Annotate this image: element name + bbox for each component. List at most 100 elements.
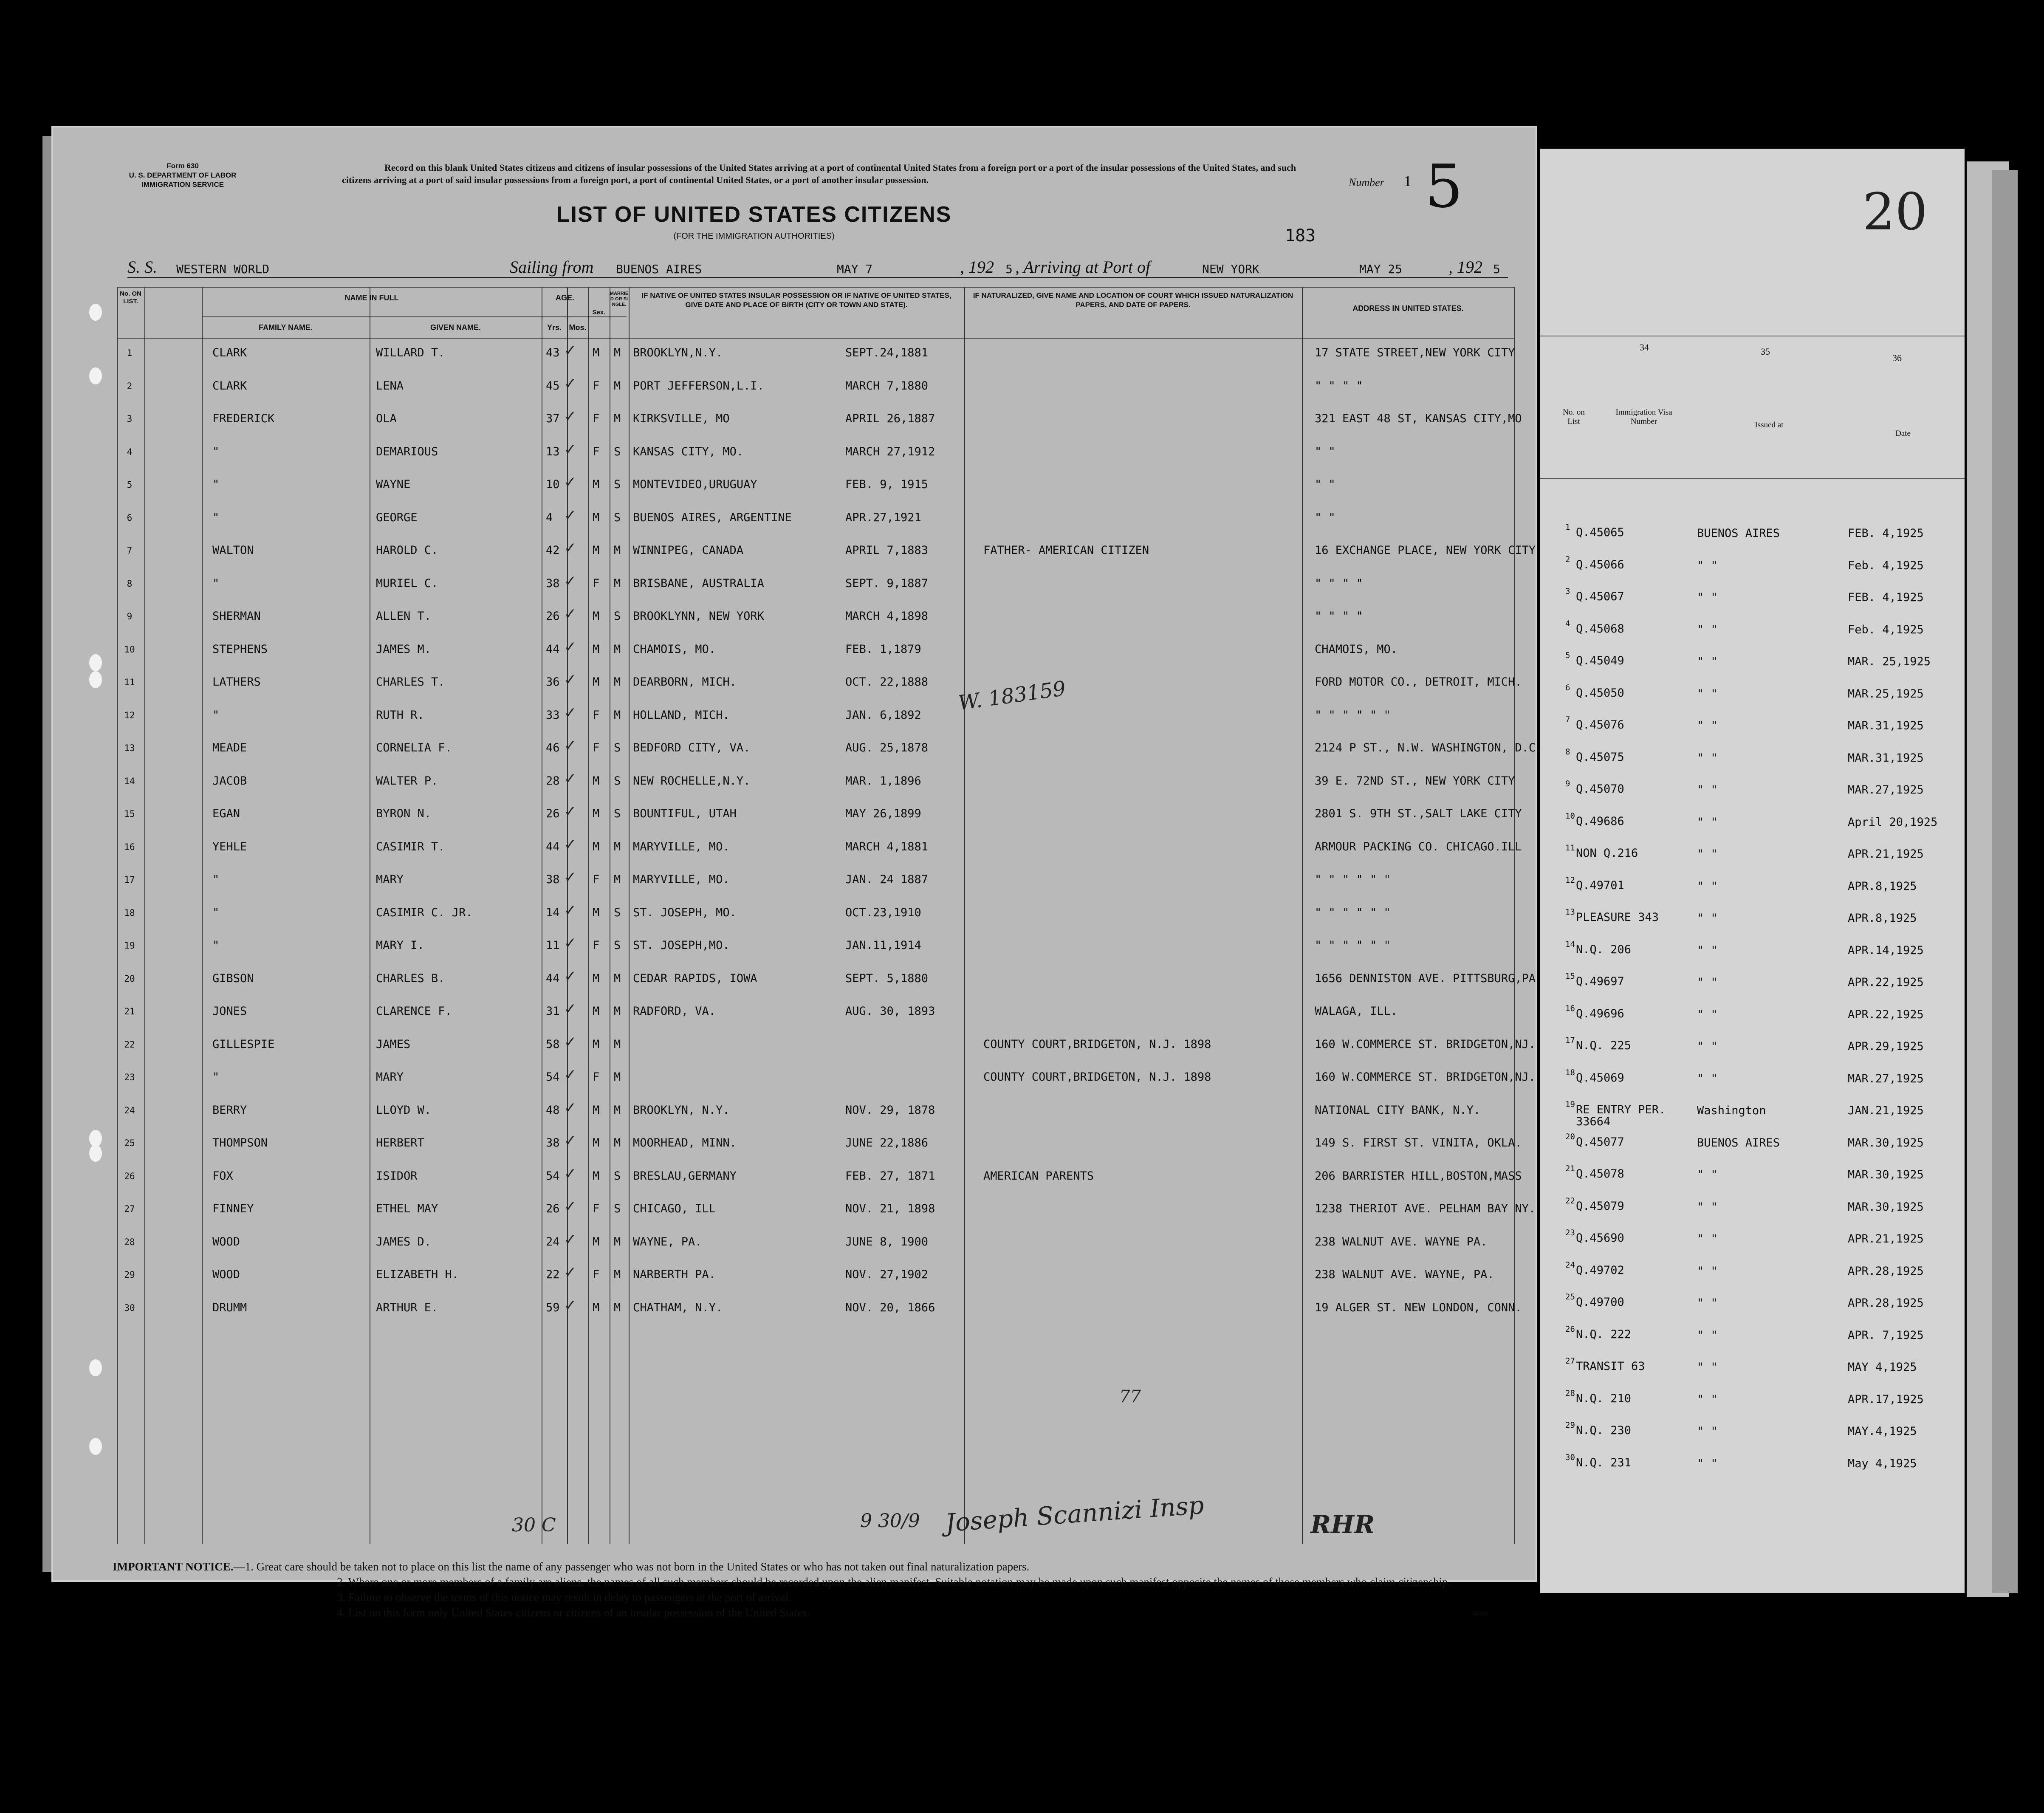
birth-place: NEW ROCHELLE,N.Y. bbox=[633, 774, 751, 788]
given-name: DEMARIOUS bbox=[376, 445, 438, 458]
visa-number: Q.49686 bbox=[1576, 814, 1624, 828]
check-mark-icon: ✓ bbox=[565, 636, 576, 656]
age-years: 28 bbox=[546, 774, 560, 788]
family-name: " bbox=[212, 708, 220, 722]
punch-hole bbox=[89, 367, 102, 384]
marital-status: S bbox=[614, 445, 621, 458]
punch-hole bbox=[89, 304, 102, 321]
visa-row-number: 26 bbox=[1565, 1324, 1575, 1334]
birth-date: JAN.11,1914 bbox=[845, 939, 921, 952]
row-number: 20 bbox=[124, 973, 135, 984]
birth-date: SEPT. 9,1887 bbox=[845, 576, 929, 590]
sex: F bbox=[593, 741, 600, 754]
issued-at: " " bbox=[1697, 1008, 1718, 1021]
age-years: 59 bbox=[546, 1301, 560, 1314]
given-name: WAYNE bbox=[376, 478, 411, 491]
birth-place: BUENOS AIRES, ARGENTINE bbox=[633, 511, 792, 524]
row-number: 23 bbox=[124, 1072, 135, 1082]
family-name: EGAN bbox=[212, 807, 240, 820]
us-address: " " " " bbox=[1315, 379, 1363, 393]
family-name: JACOB bbox=[212, 774, 247, 788]
sex: F bbox=[593, 412, 600, 425]
visa-row-number: 1 bbox=[1565, 522, 1570, 532]
row-number: 22 bbox=[124, 1039, 135, 1050]
check-mark-icon: ✓ bbox=[565, 1097, 576, 1117]
header-address: ADDRESS IN UNITED STATES. bbox=[1352, 304, 1464, 313]
row-number: 11 bbox=[124, 677, 135, 687]
punch-hole bbox=[89, 654, 102, 671]
sex: M bbox=[593, 1169, 600, 1183]
header-bottom-rule bbox=[117, 338, 1514, 339]
inspector-signature: Joseph Scannizi Insp bbox=[944, 1490, 1205, 1538]
birth-date: MARCH 4,1881 bbox=[845, 840, 929, 853]
notice-item-2: 2. Where one or more members of a family… bbox=[337, 1576, 1451, 1588]
check-mark-icon: ✓ bbox=[565, 505, 576, 525]
visa-number: Q.49697 bbox=[1576, 975, 1624, 988]
given-name: WALTER P. bbox=[376, 774, 438, 788]
check-mark-icon: ✓ bbox=[565, 340, 576, 360]
check-mark-icon: ✓ bbox=[565, 472, 576, 491]
given-name: CASIMIR T. bbox=[376, 840, 445, 853]
issued-at: Washington bbox=[1697, 1104, 1766, 1117]
to-port: NEW YORK bbox=[1202, 262, 1259, 276]
age-years: 37 bbox=[546, 412, 560, 425]
visa-date: APR.17,1925 bbox=[1848, 1392, 1924, 1406]
family-name: THOMPSON bbox=[212, 1136, 268, 1149]
given-name: LLOYD W. bbox=[376, 1103, 432, 1117]
given-name: CHARLES B. bbox=[376, 971, 445, 985]
check-mark-icon: ✓ bbox=[565, 1163, 576, 1183]
check-mark-icon: ✓ bbox=[565, 999, 576, 1018]
visa-header-no: No. on List bbox=[1563, 408, 1585, 426]
sex: M bbox=[593, 1103, 600, 1117]
department: U. S. DEPARTMENT OF LABOR bbox=[129, 171, 237, 179]
age-years: 11 bbox=[546, 939, 560, 952]
form-number: Form 630 bbox=[167, 162, 199, 170]
given-name: ETHEL MAY bbox=[376, 1202, 438, 1215]
marital-status: M bbox=[614, 412, 621, 425]
birth-place: RADFORD, VA. bbox=[633, 1005, 716, 1018]
col-number-36: 36 bbox=[1892, 353, 1902, 363]
us-address: 16 EXCHANGE PLACE, NEW YORK CITY bbox=[1315, 544, 1536, 557]
visa-date: APR.22,1925 bbox=[1848, 976, 1924, 989]
marital-status: S bbox=[614, 1202, 621, 1215]
age-years: 26 bbox=[546, 807, 560, 820]
visa-row-number: 21 bbox=[1565, 1164, 1575, 1173]
row-number: 10 bbox=[124, 644, 135, 655]
family-name: " bbox=[212, 445, 220, 458]
issued-at: " " bbox=[1697, 1264, 1718, 1278]
header-married: MARRIED OR SINGLE. bbox=[610, 291, 629, 307]
check-mark-icon: ✓ bbox=[565, 900, 576, 920]
header-naturalized: IF NATURALIZED, GIVE NAME AND LOCATION O… bbox=[973, 291, 1293, 309]
visa-date: MAR.27,1925 bbox=[1848, 1072, 1924, 1085]
issued-at: " " bbox=[1697, 783, 1718, 796]
service: IMMIGRATION SERVICE bbox=[141, 181, 224, 189]
visa-row-number: 22 bbox=[1565, 1196, 1575, 1206]
birth-place: ST. JOSEPH, MO. bbox=[633, 906, 737, 919]
visa-number: Q.45078 bbox=[1576, 1167, 1624, 1180]
notice-item-3: 3. Failure to observe the terms of this … bbox=[337, 1591, 791, 1604]
arriving-label: , Arriving at Port of bbox=[1015, 257, 1151, 277]
voyage-rule bbox=[127, 277, 1508, 278]
check-mark-icon: ✓ bbox=[565, 1031, 576, 1051]
birth-date: APRIL 26,1887 bbox=[845, 412, 935, 425]
row-number: 1 bbox=[127, 348, 133, 358]
given-name: ALLEN T. bbox=[376, 610, 432, 623]
issued-at: " " bbox=[1697, 559, 1718, 572]
visa-date: APR.8,1925 bbox=[1848, 879, 1917, 893]
visa-number: Q.45079 bbox=[1576, 1199, 1624, 1213]
check-mark-icon: ✓ bbox=[565, 768, 576, 788]
sex: M bbox=[593, 544, 600, 557]
naturalization: FATHER- AMERICAN CITIZEN bbox=[983, 544, 1149, 557]
family-name: " bbox=[212, 939, 220, 952]
sex: M bbox=[593, 610, 600, 623]
us-address: 238 WALNUT AVE. WAYNE, PA. bbox=[1315, 1268, 1494, 1281]
issued-at: " " bbox=[1697, 815, 1718, 829]
birth-date: FEB. 27, 1871 bbox=[845, 1169, 935, 1183]
col-rule bbox=[1514, 287, 1515, 1544]
us-address: FORD MOTOR CO., DETROIT, MICH. bbox=[1315, 675, 1522, 689]
check-mark-icon: ✓ bbox=[565, 669, 576, 689]
marital-status: S bbox=[614, 939, 621, 952]
us-address: " " bbox=[1315, 478, 1335, 491]
age-years: 54 bbox=[546, 1070, 560, 1084]
visa-number: Q.49702 bbox=[1576, 1263, 1624, 1277]
